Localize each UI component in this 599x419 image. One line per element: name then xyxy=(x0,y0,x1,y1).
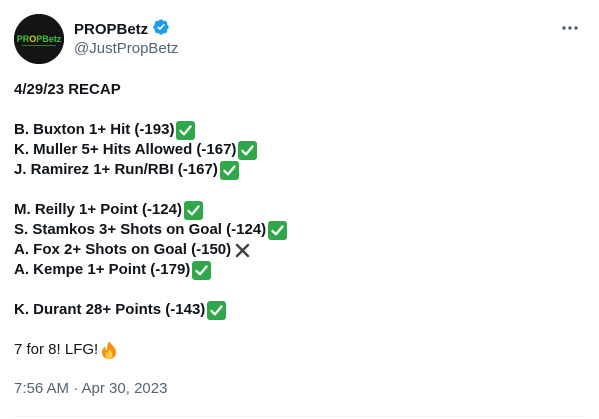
tweet-timestamp[interactable]: 7:56 AM · Apr 30, 2023 xyxy=(14,380,167,397)
pick-line: A. Kempe 1+ Point (-179) xyxy=(14,260,584,280)
cross-mark-icon xyxy=(233,241,252,260)
check-mark-icon xyxy=(192,260,212,280)
tweet-card: PROPBetz PROPBetz @JustPropBetz 4/29/23 … xyxy=(0,0,599,419)
pick-line: S. Stamkos 3+ Shots on Goal (-124) xyxy=(14,220,584,240)
summary-line: 7 for 8! LFG! xyxy=(14,340,584,360)
author-handle[interactable]: @JustPropBetz xyxy=(74,40,178,57)
tweet-text: 4/29/23 RECAP B. Buxton 1+ Hit (-193) K.… xyxy=(14,80,584,360)
display-name[interactable]: PROPBetz xyxy=(74,21,148,38)
check-mark-icon xyxy=(207,300,227,320)
pick-line: B. Buxton 1+ Hit (-193) xyxy=(14,120,584,140)
pick-line: K. Muller 5+ Hits Allowed (-167) xyxy=(14,140,584,160)
check-mark-icon xyxy=(176,120,196,140)
check-mark-icon xyxy=(219,160,239,180)
check-mark-icon xyxy=(238,140,258,160)
author-name-row: PROPBetz xyxy=(74,18,170,41)
propbetz-logo: PROPBetz xyxy=(14,14,64,64)
pick-line: J. Ramirez 1+ Run/RBI (-167) xyxy=(14,160,584,180)
check-mark-icon xyxy=(268,220,288,240)
check-mark-icon xyxy=(183,200,203,220)
pick-line: A. Fox 2+ Shots on Goal (-150) xyxy=(14,240,584,260)
pick-line: K. Durant 28+ Points (-143) xyxy=(14,300,584,320)
svg-text:PROPBetz: PROPBetz xyxy=(17,34,62,44)
avatar[interactable]: PROPBetz xyxy=(14,14,64,64)
fire-icon xyxy=(99,340,119,360)
pick-line: M. Reilly 1+ Point (-124) xyxy=(14,200,584,220)
more-options-icon[interactable] xyxy=(555,18,585,38)
divider xyxy=(14,416,585,417)
verified-badge-icon xyxy=(152,18,170,41)
recap-heading: 4/29/23 RECAP xyxy=(14,81,121,98)
